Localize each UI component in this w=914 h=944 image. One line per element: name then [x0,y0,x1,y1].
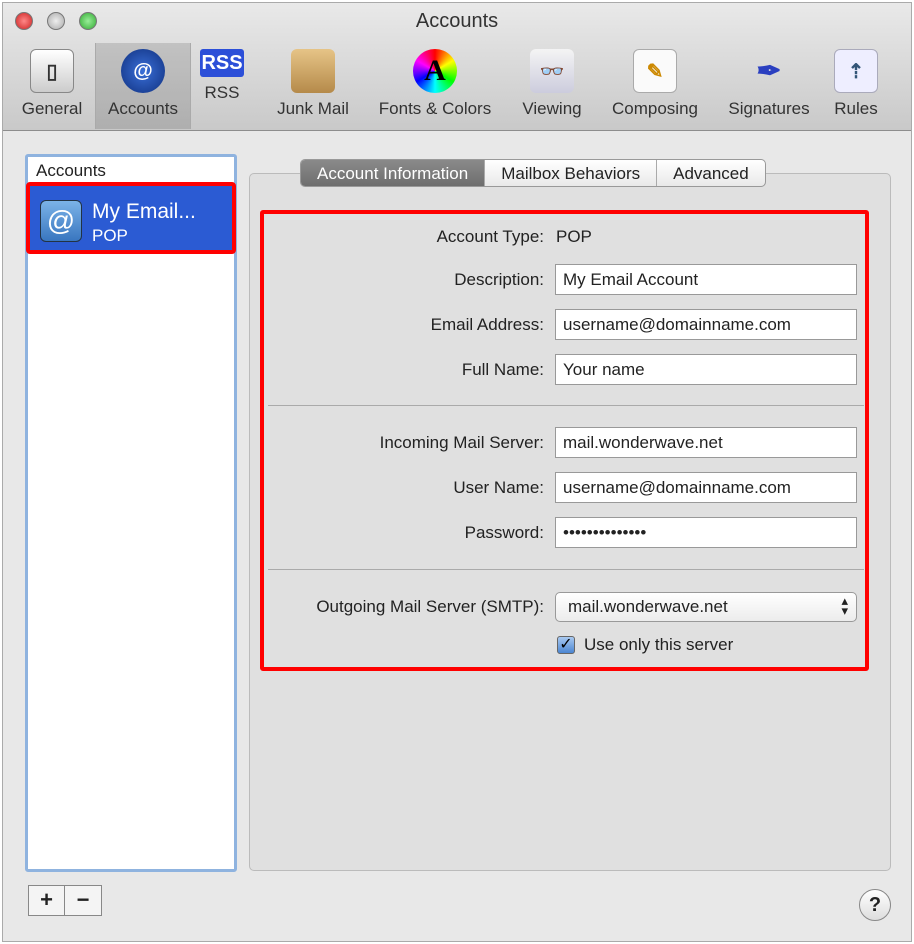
full-name-field[interactable]: Your name [555,354,857,385]
junk-bag-icon [291,49,335,93]
incoming-server-label: Incoming Mail Server: [379,433,544,452]
incoming-server-field[interactable]: mail.wonderwave.net [555,427,857,458]
tab-mailbox-behaviors[interactable]: Mailbox Behaviors [485,160,658,186]
full-name-label: Full Name: [461,360,544,379]
smtp-value: mail.wonderwave.net [568,597,728,616]
toolbar: Accounts ▯ General @ Accounts RSS RSS Junk Mai… [3,3,911,131]
at-icon: @ [40,200,82,242]
toolbar-general[interactable]: ▯ General [9,43,95,129]
tab-account-information[interactable]: Account Information [301,160,486,186]
toolbar-label: Viewing [522,99,582,118]
toolbar-accounts[interactable]: @ Accounts [95,43,191,129]
add-account-button[interactable]: + [29,886,65,915]
toolbar-rules[interactable]: ⇡ Rules [825,43,887,129]
rules-arrows-icon: ⇡ [834,49,878,93]
help-button[interactable]: ? [859,889,891,921]
account-type: POP [92,226,128,245]
user-name-field[interactable]: username@domainname.com [555,472,857,503]
smtp-popup[interactable]: mail.wonderwave.net ▴ ▾ [555,592,857,622]
divider [268,405,864,406]
toolbar-signatures[interactable]: ✒ Signatures [719,43,819,129]
toolbar-viewing[interactable]: 👓 Viewing [511,43,593,129]
switch-icon: ▯ [30,49,74,93]
pencil-paper-icon: ✎ [633,49,677,93]
toolbar-label: Signatures [728,99,810,118]
toolbar-rss[interactable]: RSS RSS [193,43,251,129]
description-label: Description: [454,270,544,289]
toolbar-composing[interactable]: ✎ Composing [599,43,711,129]
toolbar-label: RSS [204,83,240,102]
tab-bar: Account Information Mailbox Behaviors Ad… [300,159,766,187]
toolbar-label: Accounts [108,99,178,118]
rss-icon: RSS [200,49,244,77]
account-type-label: Account Type: [436,227,544,246]
toolbar-label: Rules [834,99,878,118]
toolbar-fonts-colors[interactable]: A Fonts & Colors [365,43,505,129]
toolbar-label: Fonts & Colors [378,99,492,118]
font-color-icon: A [413,49,457,93]
accounts-list[interactable]: Accounts @ My Email... POP [25,154,237,872]
use-only-server-checkbox[interactable]: ✓ [557,636,575,654]
account-item-my-email[interactable]: @ My Email... POP [26,182,236,254]
remove-account-button[interactable]: − [65,886,101,915]
smtp-label: Outgoing Mail Server (SMTP): [316,597,544,616]
toolbar-label: General [21,99,83,118]
email-field[interactable]: username@domainname.com [555,309,857,340]
pen-icon: ✒ [756,54,782,88]
password-label: Password: [464,523,544,542]
account-buttons: + − [28,885,102,916]
email-label: Email Address: [430,315,544,334]
toolbar-junk-mail[interactable]: Junk Mail [265,43,361,129]
password-field[interactable]: •••••••••••••• [555,517,857,548]
glasses-icon: 👓 [530,49,574,93]
updown-arrows-icon: ▴ ▾ [841,593,848,618]
tab-advanced[interactable]: Advanced [657,160,765,186]
use-only-server-label: Use only this server [584,635,734,654]
toolbar-label: Composing [612,99,698,118]
window-title: Accounts [415,10,499,32]
user-name-label: User Name: [453,478,544,497]
toolbar-label: Junk Mail [277,99,349,118]
account-name: My Email... [92,200,196,223]
account-type-value: POP [556,227,592,246]
at-icon: @ [121,49,165,93]
divider [268,569,864,570]
description-field[interactable]: My Email Account [555,264,857,295]
